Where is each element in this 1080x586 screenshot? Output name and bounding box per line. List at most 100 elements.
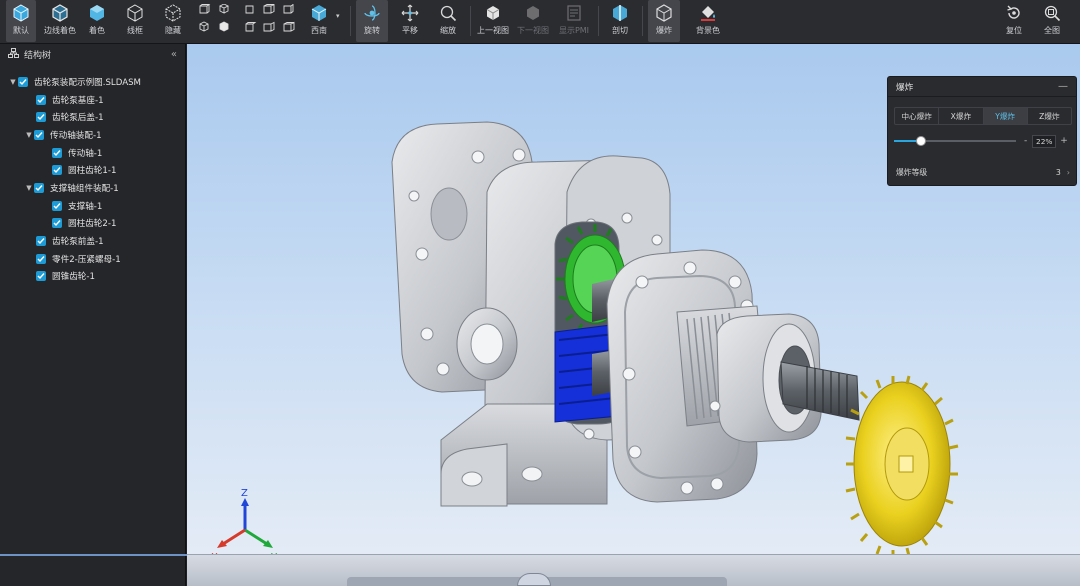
- wireframe-button[interactable]: 线框: [122, 0, 148, 42]
- tree-node-label: 圆锥齿轮-1: [52, 272, 95, 283]
- right-view-icon: [245, 5, 254, 14]
- next-view-icon: [524, 4, 542, 22]
- default-display-button[interactable]: 默认: [6, 0, 36, 42]
- tree-node-label: 齿轮泵基座-1: [52, 95, 104, 106]
- shaded-button[interactable]: 着色: [84, 0, 110, 42]
- fit-all-button[interactable]: 全图: [1038, 0, 1066, 42]
- left-view-icon: [283, 3, 294, 14]
- southwest-view-button[interactable]: 西南: [306, 0, 332, 42]
- tree-checkbox[interactable]: [36, 253, 46, 264]
- explode-slider-thumb[interactable]: [915, 136, 926, 146]
- collapse-panel-icon[interactable]: «: [171, 49, 177, 60]
- axis-triad: Z Y X: [211, 488, 278, 563]
- section-icon: [611, 4, 629, 22]
- edge-shaded-button[interactable]: 边线着色: [42, 0, 78, 42]
- show-pmi-button[interactable]: 显示PMI: [556, 0, 592, 42]
- explode-slider[interactable]: [894, 136, 1016, 146]
- zoom-button[interactable]: 缩放: [434, 0, 462, 42]
- axis-label-z: Z: [241, 488, 248, 499]
- previous-view-button[interactable]: 上一视图: [474, 0, 512, 42]
- tree-node-bevel-gear[interactable]: 圆锥齿轮-1: [0, 268, 186, 286]
- standard-views-group: [196, 3, 296, 38]
- hidden-lines-button[interactable]: 隐藏: [160, 0, 186, 42]
- tree-node-label: 传动轴-1: [68, 148, 103, 159]
- toolbar-divider: [350, 6, 351, 36]
- tree-node-label: 圆柱齿轮1-1: [68, 166, 117, 177]
- tree-header: 结构树 «: [0, 44, 185, 64]
- cube-solid-icon: [88, 4, 106, 22]
- tab-y-explode[interactable]: Y爆炸: [983, 108, 1028, 124]
- tree-node-root[interactable]: ▼ 齿轮泵装配示例图.SLDASM: [0, 73, 186, 91]
- tree-node-rear-cover[interactable]: 齿轮泵后盖-1: [0, 108, 186, 126]
- tree-node-spur-gear-1[interactable]: 圆柱齿轮1-1: [0, 161, 186, 179]
- timeline-play-knob[interactable]: [517, 573, 551, 586]
- rotate-icon: [363, 4, 381, 22]
- side-iso-icon: [263, 21, 275, 32]
- chevron-right-icon[interactable]: ›: [1067, 168, 1070, 177]
- cube-wireframe-icon: [126, 4, 144, 22]
- tree-node-pump-base[interactable]: 齿轮泵基座-1: [0, 91, 186, 109]
- decrease-icon[interactable]: -: [1024, 136, 1027, 146]
- explode-level-row[interactable]: 爆炸等级 3 ›: [896, 165, 1070, 179]
- expand-caret-icon[interactable]: ▼: [24, 184, 34, 192]
- tree-checkbox[interactable]: [36, 236, 46, 247]
- back-view-icon: [263, 3, 275, 14]
- tree-checkbox[interactable]: [52, 218, 62, 229]
- explode-percent-field[interactable]: 22%: [1032, 134, 1057, 148]
- main-toolbar: 默认 边线着色 着色 线框 隐藏 西南 ▾ 旋转 平移 缩放 上一视图 下一视图…: [0, 0, 1080, 44]
- tree-node-label: 齿轮泵后盖-1: [52, 113, 104, 124]
- cube-edges-icon: [51, 4, 69, 22]
- minimize-icon[interactable]: —: [1058, 81, 1068, 92]
- tab-z-explode[interactable]: Z爆炸: [1028, 108, 1071, 124]
- iso-view-icon: [310, 4, 328, 22]
- reset-icon: [1005, 4, 1023, 22]
- tree-node-label: 零件2-压紧螺母-1: [52, 254, 121, 265]
- tree-checkbox[interactable]: [34, 182, 44, 193]
- bottom-view-icon: [199, 21, 209, 32]
- tree-title: 结构树: [24, 50, 52, 61]
- rotate-button[interactable]: 旋转: [356, 0, 388, 42]
- expand-caret-icon[interactable]: ▼: [24, 131, 34, 139]
- tree-node-label: 圆柱齿轮2-1: [68, 219, 117, 230]
- tree-node-front-cover[interactable]: 齿轮泵前盖-1: [0, 232, 186, 250]
- tree-checkbox[interactable]: [52, 165, 62, 176]
- increase-icon[interactable]: +: [1060, 136, 1068, 146]
- pmi-icon: [565, 4, 583, 22]
- tree-checkbox[interactable]: [36, 271, 46, 282]
- tree-node-support-shaft-assembly[interactable]: ▼ 支撑轴组件装配-1: [0, 179, 186, 197]
- explode-button[interactable]: 爆炸: [648, 0, 680, 42]
- tree-node-support-shaft[interactable]: 支撑轴-1: [0, 197, 186, 215]
- corner-iso-icon: [283, 21, 295, 32]
- reset-button[interactable]: 复位: [1000, 0, 1028, 42]
- panel-bottom-divider: [0, 554, 187, 556]
- front-view-icon: [199, 3, 211, 14]
- pan-icon: [401, 4, 419, 22]
- tree-checkbox[interactable]: [18, 76, 28, 87]
- expand-caret-icon[interactable]: ▼: [8, 78, 18, 86]
- tree-node-drive-shaft-assembly[interactable]: ▼ 传动轴装配-1: [0, 126, 186, 144]
- structure-tree-panel: 结构树 « ▼ 齿轮泵装配示例图.SLDASM 齿轮泵基座-1 齿轮泵后盖-1 …: [0, 44, 187, 586]
- pan-button[interactable]: 平移: [396, 0, 424, 42]
- view-dropdown-caret-icon[interactable]: ▾: [336, 12, 340, 20]
- explode-icon: [655, 4, 673, 22]
- tree-checkbox[interactable]: [52, 200, 62, 211]
- top-view-icon: [218, 3, 230, 14]
- tree-checkbox[interactable]: [34, 129, 44, 140]
- tree-node-spur-gear-2[interactable]: 圆柱齿轮2-1: [0, 215, 186, 233]
- toolbar-divider: [470, 6, 471, 36]
- tree-node-compression-nut[interactable]: 零件2-压紧螺母-1: [0, 250, 186, 268]
- tree-node-drive-shaft[interactable]: 传动轴-1: [0, 144, 186, 162]
- section-button[interactable]: 剖切: [606, 0, 634, 42]
- tree-checkbox[interactable]: [52, 147, 62, 158]
- explode-panel-header: 爆炸 —: [888, 77, 1076, 97]
- tree-checkbox[interactable]: [36, 112, 46, 123]
- background-color-button[interactable]: 背景色: [692, 0, 724, 42]
- tab-center-explode[interactable]: 中心爆炸: [895, 108, 940, 124]
- tree-list: ▼ 齿轮泵装配示例图.SLDASM 齿轮泵基座-1 齿轮泵后盖-1 ▼ 传动轴装…: [0, 73, 186, 285]
- iso-solid-icon: [219, 21, 229, 32]
- tree-node-label: 齿轮泵前盖-1: [52, 237, 104, 248]
- explode-panel: 爆炸 — 中心爆炸 X爆炸 Y爆炸 Z爆炸 - 22% + 爆炸等级 3 ›: [887, 76, 1077, 186]
- tab-x-explode[interactable]: X爆炸: [939, 108, 984, 124]
- tree-checkbox[interactable]: [36, 94, 46, 105]
- next-view-button[interactable]: 下一视图: [514, 0, 552, 42]
